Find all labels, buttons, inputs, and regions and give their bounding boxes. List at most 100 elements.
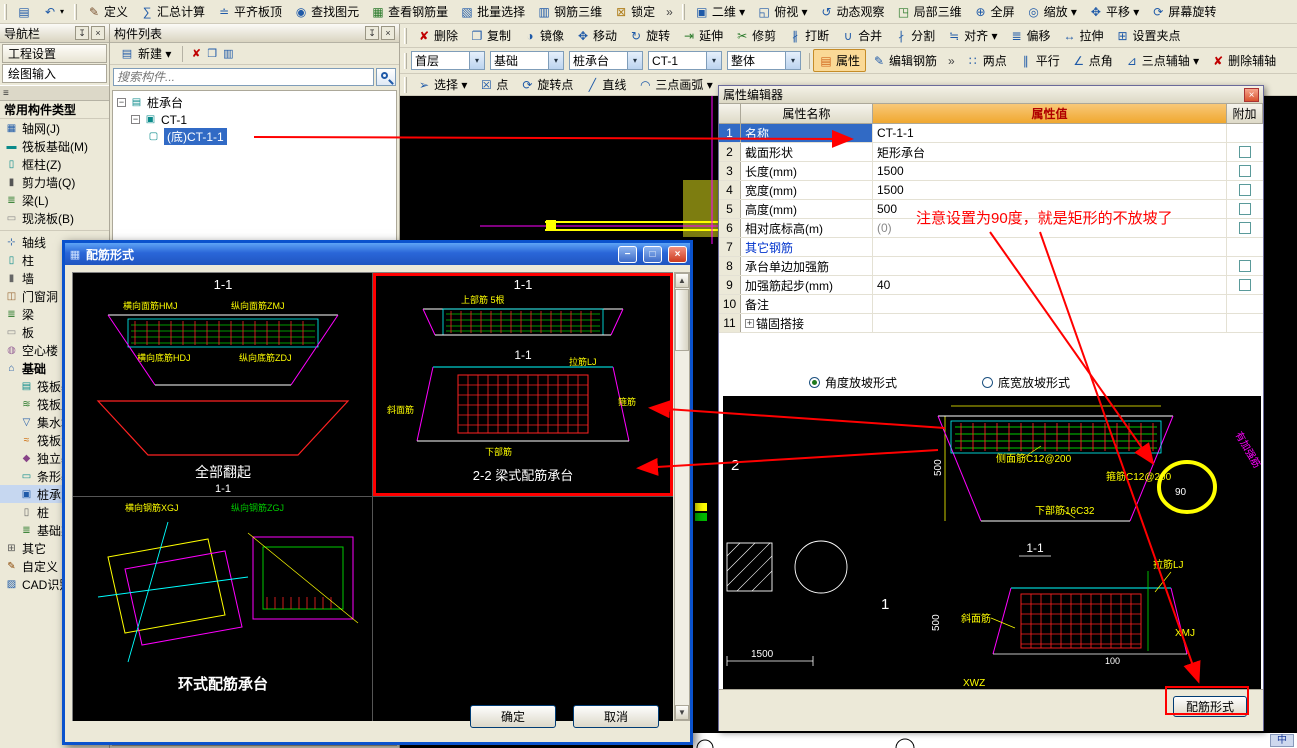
save-button[interactable]: ▤ (11, 3, 37, 21)
collapse-icon[interactable]: − (131, 115, 140, 124)
toolbar-button[interactable]: ⊠ 锁定 (608, 0, 661, 23)
attach-checkbox[interactable] (1239, 165, 1251, 177)
chevron-down-icon[interactable]: ▾ (548, 52, 563, 69)
rebar-style-option-beam[interactable]: 1-1 上部筋 5根 1-1 拉筋LJ 斜面筋 箍筋 下部筋 2-2 梁式配筋承… (373, 273, 673, 497)
toolbar-button[interactable]: ∠ 点角 (1066, 49, 1119, 72)
toolbar-button[interactable]: ▦ 查看钢筋量 (365, 0, 454, 23)
nav-shortcut-item[interactable]: ▦ 轴网(J) (0, 119, 109, 137)
rebar-style-option-ring[interactable]: 横向钢筋XGJ 纵向钢筋ZGJ 环式配筋承台 (73, 497, 373, 721)
expand-icon[interactable]: + (745, 318, 754, 328)
toolbar-button[interactable]: ∦ 打断 (782, 24, 835, 47)
close-icon[interactable]: × (1244, 87, 1259, 102)
menu-icon[interactable]: ≡ (3, 88, 9, 99)
toolbar-button[interactable]: ∤ 分割 (888, 24, 941, 47)
toolbar-button[interactable]: ↺ 动态观察 (814, 0, 891, 23)
toolbar-button[interactable]: ☒ 点 (473, 74, 514, 95)
toolbar-button[interactable]: ∑ 汇总计算 (134, 0, 211, 23)
toolbar-button[interactable]: ∪ 合并 (835, 24, 888, 47)
attach-checkbox[interactable] (1239, 184, 1251, 196)
toolbar-button[interactable]: ✎ 编辑钢筋 (866, 49, 943, 72)
radio-angle-slope[interactable] (809, 376, 820, 388)
ime-indicator[interactable]: 中 (1270, 734, 1294, 747)
rebar-form-button[interactable]: 配筋形式 (1173, 696, 1247, 717)
attach-checkbox[interactable] (1239, 260, 1251, 272)
toolbar-button[interactable]: ✘ 删除 (411, 24, 464, 47)
property-editor-titlebar[interactable]: 属性编辑器 × (719, 86, 1263, 104)
context-dropdown[interactable]: 首层 ▾ (411, 51, 485, 70)
nav-shortcut-item[interactable]: ▬ 筏板基础(M) (0, 137, 109, 155)
toolbar-button[interactable]: ◑ 镜像 (517, 24, 570, 47)
toolbar-grip[interactable] (681, 3, 685, 20)
search-button[interactable] (376, 68, 396, 86)
property-value[interactable]: 1500 (873, 162, 1227, 180)
toolbar-button[interactable]: ⟳ 屏幕旋转 (1145, 0, 1222, 23)
toolbar-button[interactable]: ↔ 拉伸 (1057, 24, 1110, 47)
scrollbar[interactable]: ▲ ▼ (674, 272, 690, 721)
toolbar-grip[interactable] (74, 3, 78, 20)
property-row[interactable]: 1 + 名称 CT-1-1 (719, 124, 1263, 143)
toolbar-button[interactable]: ∥ 平行 (1013, 49, 1066, 72)
close-icon[interactable]: × (91, 26, 105, 40)
toolbar-button[interactable]: ∷ 两点 (960, 49, 1013, 72)
property-row[interactable]: 11 + 锚固搭接 (719, 314, 1263, 333)
chevron-down-icon[interactable]: ▾ (469, 52, 484, 69)
rebar-dialog-titlebar[interactable]: ▦ 配筋形式 − □ × (65, 243, 690, 265)
property-value[interactable]: 40 (873, 276, 1227, 294)
toolbar-button[interactable]: ≐ 平齐板顶 (211, 0, 288, 23)
component-search-input[interactable] (113, 68, 374, 86)
pin-icon[interactable]: ↧ (75, 26, 89, 40)
nav-shortcut-item[interactable]: ▮ 剪力墙(Q) (0, 173, 109, 191)
toolbar-button[interactable]: ➢ 选择 ▾ (411, 74, 473, 95)
attach-checkbox[interactable] (1239, 146, 1251, 158)
toolbar-button[interactable]: ▣ 二维 ▾ (689, 0, 751, 23)
toolbar-grip[interactable] (404, 52, 407, 69)
attach-checkbox[interactable] (1239, 279, 1251, 291)
cancel-button[interactable]: 取消 (573, 705, 659, 728)
property-value[interactable] (873, 314, 1227, 332)
component-tool-icon[interactable]: ▥ (220, 47, 236, 60)
property-value[interactable]: 500 (873, 200, 1227, 218)
undo-button[interactable]: ↶ ▾ (37, 3, 70, 21)
property-row[interactable]: 7 + 其它钢筋 (719, 238, 1263, 257)
nav-shortcut-item[interactable]: ≣ 梁(L) (0, 191, 109, 209)
toolbar-button[interactable]: ◠ 三点画弧 ▾ (632, 74, 718, 95)
toolbar-overflow-button[interactable]: » (943, 54, 960, 68)
collapse-icon[interactable]: − (117, 98, 126, 107)
close-icon[interactable]: × (381, 26, 395, 40)
property-row[interactable]: 3 + 长度(mm) 1500 (719, 162, 1263, 181)
property-value[interactable]: (0) (873, 219, 1227, 237)
toolbar-button[interactable]: ✂ 修剪 (729, 24, 782, 47)
nav-shortcut-item[interactable]: ▭ 现浇板(B) (0, 209, 109, 227)
toolbar-button[interactable]: ▧ 批量选择 (454, 0, 531, 23)
property-row[interactable]: 5 + 高度(mm) 500 (719, 200, 1263, 219)
toolbar-button[interactable]: ⊞ 设置夹点 (1110, 24, 1187, 47)
scroll-down-icon[interactable]: ▼ (675, 705, 689, 720)
tree-item-leaf[interactable]: ▢ (底)CT-1-1 (113, 128, 396, 145)
property-value[interactable] (873, 257, 1227, 275)
toolbar-button[interactable]: ◎ 缩放 ▾ (1021, 0, 1083, 23)
chevron-down-icon[interactable]: ▾ (627, 52, 642, 69)
attach-checkbox[interactable] (1239, 222, 1251, 234)
toolbar-grip[interactable] (4, 3, 7, 20)
toolbar-button[interactable]: ≣ 偏移 (1004, 24, 1057, 47)
chevron-down-icon[interactable]: ▾ (706, 52, 721, 69)
radio-width-slope[interactable] (982, 376, 994, 388)
nav-mode-button[interactable]: 工程设置 (2, 44, 107, 63)
scroll-up-icon[interactable]: ▲ (675, 273, 689, 288)
toolbar-button[interactable]: ✎ 定义 (81, 0, 134, 23)
attach-checkbox[interactable] (1239, 203, 1251, 215)
context-dropdown[interactable]: CT-1 ▾ (648, 51, 722, 70)
toolbar-button[interactable]: ❐ 复制 (464, 24, 517, 47)
scrollbar-thumb[interactable] (675, 289, 689, 351)
rebar-style-option-full-flip[interactable]: 1-1 横向面筋HMJ 纵向面筋ZMJ 横向底筋HDJ 纵向底筋ZDJ 全部翻起… (73, 273, 373, 497)
property-value[interactable] (873, 295, 1227, 313)
property-value[interactable]: 1500 (873, 181, 1227, 199)
component-tool-icon[interactable]: ✘ (188, 47, 204, 60)
close-icon[interactable]: × (668, 245, 687, 263)
context-dropdown[interactable]: 整体 ▾ (727, 51, 801, 70)
toolbar-button[interactable]: ◱ 俯视 ▾ (751, 0, 813, 23)
toolbar-button[interactable]: ▥ 钢筋三维 (531, 0, 608, 23)
context-dropdown[interactable]: 桩承台 ▾ (569, 51, 643, 70)
property-value[interactable] (873, 238, 1227, 256)
property-value[interactable]: 矩形承台 (873, 143, 1227, 161)
